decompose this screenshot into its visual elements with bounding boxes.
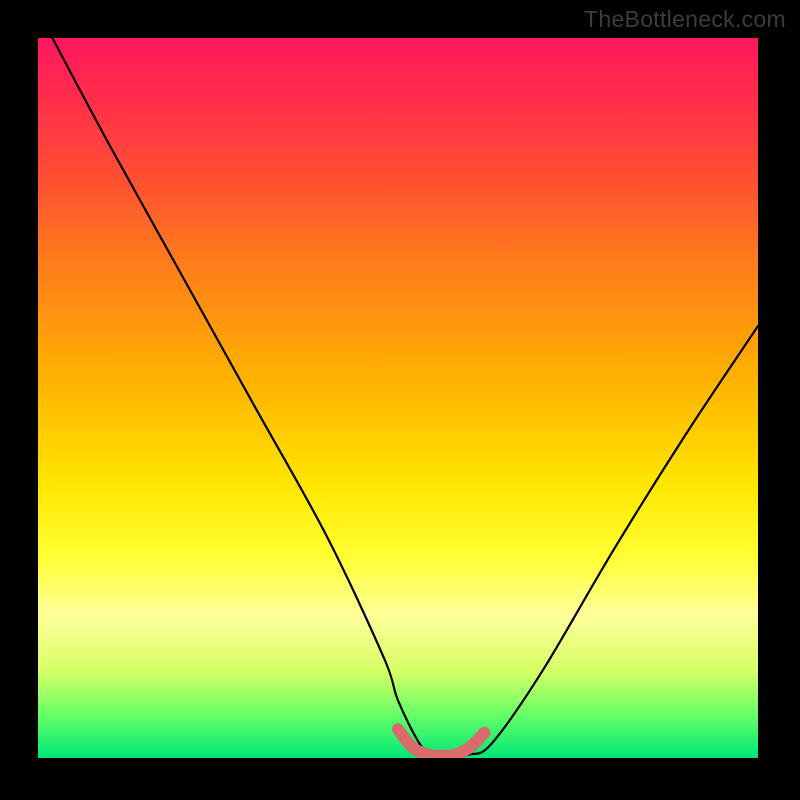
watermark-text: TheBottleneck.com (584, 6, 786, 33)
bottleneck-curve-path (52, 38, 758, 755)
plot-area (38, 38, 758, 758)
optimal-zone-path (398, 729, 484, 756)
chart-frame: TheBottleneck.com (0, 0, 800, 800)
curve-layer (38, 38, 758, 758)
